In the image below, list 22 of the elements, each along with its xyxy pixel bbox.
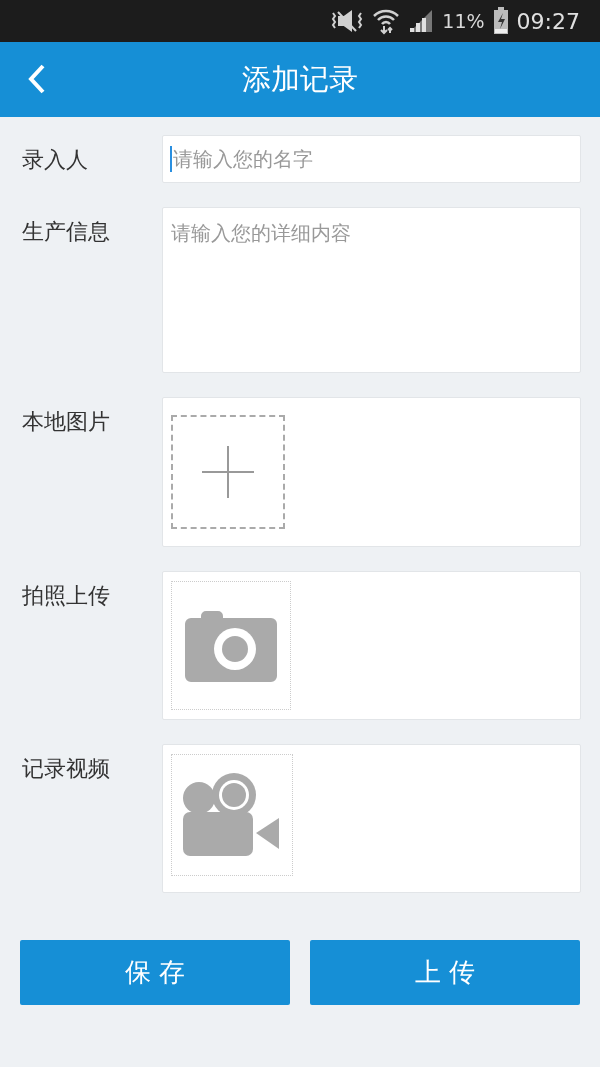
battery-percent: 11% [442,8,485,34]
record-video-button[interactable] [171,754,293,876]
field-label: 记录视频 [22,755,111,783]
clock-time: 09:27 [516,7,580,36]
field-label: 录入人 [22,146,89,174]
name-input-field[interactable]: 请输入您的名字 [162,135,581,183]
video-camera-icon [183,772,281,858]
vibrate-icon [330,9,365,33]
upload-button[interactable]: 上 传 [310,940,580,1005]
add-image-button[interactable] [171,415,285,529]
battery-charging-icon [492,7,509,35]
details-text-area[interactable]: 请输入您的详细内容 [162,207,581,373]
wifi-icon [372,7,401,35]
take-photo-button[interactable] [171,581,291,710]
page-title: 添加记录 [242,60,358,98]
field-label: 本地图片 [22,408,111,436]
field-label: 拍照上传 [22,582,111,610]
save-button[interactable]: 保 存 [20,940,290,1005]
plus-icon [202,446,254,498]
signal-icon [408,8,435,34]
back-icon [27,63,47,95]
field-label: 生产信息 [22,218,111,246]
